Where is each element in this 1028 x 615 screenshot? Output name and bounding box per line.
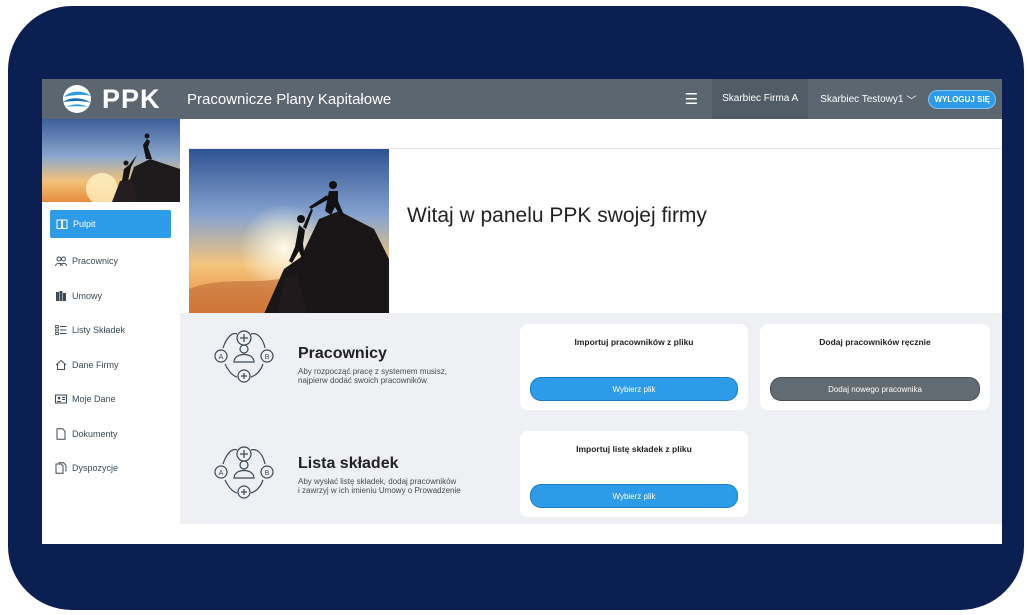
hamburger-icon[interactable]: ☰ — [685, 90, 698, 108]
welcome-heading: Witaj w panelu PPK swojej firmy — [407, 204, 707, 227]
contributions-section-description: Aby wysłać listę składek, dodaj pracowni… — [298, 477, 498, 495]
logout-button[interactable]: WYLOGUJ SIĘ — [928, 89, 996, 109]
sidebar-item-pracownicy[interactable]: Pracownicy — [42, 244, 180, 279]
choose-file-button[interactable]: Wybierz plik — [530, 484, 738, 508]
svg-text:B: B — [265, 354, 270, 361]
sidebar-item-label: Umowy — [72, 290, 103, 301]
home-icon — [55, 359, 67, 370]
sidebar-banner-image — [42, 119, 180, 202]
description-line: Aby wysłać listę składek, dodaj pracowni… — [298, 477, 457, 486]
import-employees-card: Importuj pracowników z pliku Wybierz pli… — [520, 324, 748, 410]
sidebar-item-dane-firmy[interactable]: Dane Firmy — [42, 348, 180, 383]
app-window: PPK Pracownicze Plany Kapitałowe ☰ Skarb… — [42, 79, 1002, 544]
sidebar-item-dyspozycje[interactable]: Dyspozycje — [42, 451, 180, 486]
logo[interactable]: PPK — [42, 79, 180, 119]
welcome-banner: Witaj w panelu PPK swojej firmy — [189, 148, 1002, 314]
sidebar-item-umowy[interactable]: Umowy — [42, 279, 180, 314]
top-bar: PPK Pracownicze Plany Kapitałowe ☰ Skarb… — [42, 79, 1002, 119]
card-title: Importuj pracowników z pliku — [574, 337, 694, 347]
import-contributions-card: Importuj listę składek z pliku Wybierz p… — [520, 431, 748, 517]
people-network-icon: A B — [214, 446, 274, 499]
logo-text: PPK — [102, 83, 161, 114]
description-line: najpierw dodać swoich pracowników — [298, 376, 427, 385]
user-name: Skarbiec Testowy1 — [820, 93, 904, 105]
bottom-strip — [180, 524, 1002, 544]
book-icon — [56, 219, 68, 229]
svg-text:A: A — [219, 354, 224, 361]
sidebar-item-dokumenty[interactable]: Dokumenty — [42, 417, 180, 452]
add-employees-manually-card: Dodaj pracowników ręcznie Dodaj nowego p… — [760, 324, 990, 410]
list-icon — [55, 325, 67, 336]
add-employee-button[interactable]: Dodaj nowego pracownika — [770, 377, 980, 401]
sidebar-item-label: Dane Firmy — [72, 359, 119, 370]
sidebar-item-pulpit[interactable]: Pulpit — [50, 210, 171, 238]
svg-text:A: A — [219, 470, 224, 477]
documents-icon — [56, 290, 66, 301]
logo-icon — [63, 85, 91, 113]
files-icon — [55, 462, 67, 474]
sidebar-item-label: Dyspozycje — [72, 463, 119, 474]
card-title: Importuj listę składek z pliku — [576, 444, 692, 454]
employees-section-title: Pracownicy — [298, 345, 387, 362]
quick-actions-panel: A B Pracownicy Aby rozpocząć pracę z sys… — [180, 313, 1002, 524]
sidebar-item-label: Pracownicy — [72, 256, 119, 267]
climbers-image — [189, 149, 389, 314]
user-menu[interactable]: Skarbiec Testowy1 ﹀ — [808, 92, 928, 107]
sidebar-item-label: Moje Dane — [72, 394, 116, 405]
description-line: i zawrzyj w ich imieniu Umowy o Prowadze… — [298, 486, 461, 495]
svg-text:B: B — [265, 470, 270, 477]
sidebar-item-label: Listy Składek — [72, 325, 126, 336]
file-icon — [56, 428, 66, 440]
sidebar: Pulpit Pracownicy Umowy Listy Składek Da… — [42, 119, 181, 544]
sidebar-item-label: Dokumenty — [72, 428, 118, 439]
sidebar-item-listy-skladek[interactable]: Listy Składek — [42, 313, 180, 348]
main-content: Witaj w panelu PPK swojej firmy A B Prac… — [180, 119, 1002, 544]
sidebar-item-label: Pulpit — [73, 219, 96, 229]
choose-file-button[interactable]: Wybierz plik — [530, 377, 738, 401]
company-selector[interactable]: Skarbiec Firma A — [712, 79, 809, 119]
sidebar-item-moje-dane[interactable]: Moje Dane — [42, 382, 180, 417]
chevron-down-icon: ﹀ — [906, 95, 917, 107]
sidebar-nav: Pulpit Pracownicy Umowy Listy Składek Da… — [42, 210, 180, 486]
contributions-section-title: Lista składek — [298, 455, 399, 472]
people-network-icon: A B — [214, 330, 274, 383]
description-line: Aby rozpocząć pracę z systemem musisz, — [298, 367, 447, 376]
employees-section-description: Aby rozpocząć pracę z systemem musisz, n… — [298, 367, 498, 385]
id-card-icon — [55, 394, 67, 404]
app-title: Pracownicze Plany Kapitałowe — [187, 90, 392, 108]
users-icon — [55, 256, 67, 267]
card-title: Dodaj pracowników ręcznie — [819, 337, 931, 347]
